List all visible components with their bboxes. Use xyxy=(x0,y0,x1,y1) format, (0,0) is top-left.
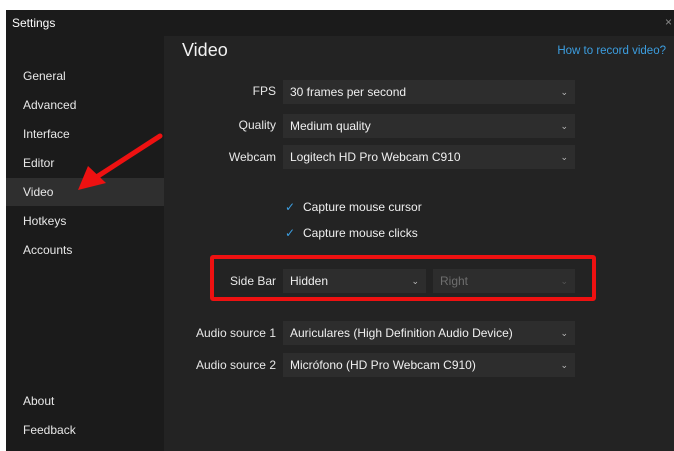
title-bar[interactable]: Settings × xyxy=(6,10,674,36)
checkmark-icon: ✓ xyxy=(285,200,296,214)
sidebar-item-accounts[interactable]: Accounts xyxy=(6,236,164,264)
sidebar-item-label: Advanced xyxy=(23,98,77,112)
audio-source-1-label: Audio source 1 xyxy=(195,326,276,340)
webcam-value: Logitech HD Pro Webcam C910 xyxy=(290,150,461,164)
chevron-down-icon: ⌄ xyxy=(560,276,568,286)
sidebar-item-label: Accounts xyxy=(23,243,73,257)
capture-cursor-label: Capture mouse cursor xyxy=(303,200,422,214)
sidebar-item-label: Hotkeys xyxy=(23,214,67,228)
chevron-down-icon: ⌄ xyxy=(560,360,568,370)
sidebar-item-label: Video xyxy=(23,185,54,199)
sidebar-item-feedback[interactable]: Feedback xyxy=(6,416,164,444)
capture-clicks-label: Capture mouse clicks xyxy=(303,226,418,240)
fps-label: FPS xyxy=(252,84,276,98)
fps-value: 30 frames per second xyxy=(290,85,407,99)
chevron-down-icon: ⌄ xyxy=(411,276,419,286)
sidebar-item-editor[interactable]: Editor xyxy=(6,149,164,177)
quality-value: Medium quality xyxy=(290,119,371,133)
chevron-down-icon: ⌄ xyxy=(560,87,568,97)
audio-source-2-label: Audio source 2 xyxy=(195,358,276,372)
audio-source-1-value: Auriculares (High Definition Audio Devic… xyxy=(290,326,513,340)
sidebar-item-interface[interactable]: Interface xyxy=(6,120,164,148)
chevron-down-icon: ⌄ xyxy=(560,121,568,131)
capture-clicks-checkbox[interactable]: ✓ Capture mouse clicks xyxy=(285,226,418,240)
sidebar-item-general[interactable]: General xyxy=(6,62,164,90)
side-bar-label: Side Bar xyxy=(229,274,276,288)
sidebar-item-about[interactable]: About xyxy=(6,387,164,415)
video-settings-panel: Video How to record video? FPS 30 frames… xyxy=(164,36,674,451)
sidebar-item-label: About xyxy=(23,394,55,408)
audio-source-1-select[interactable]: Auriculares (High Definition Audio Devic… xyxy=(283,321,575,345)
page-title: Video xyxy=(182,40,228,60)
side-bar-position-value: Right xyxy=(440,274,469,288)
window-title: Settings xyxy=(12,16,56,30)
checkmark-icon: ✓ xyxy=(285,226,296,240)
settings-window: Settings × General Advanced Interface Ed… xyxy=(6,10,674,451)
sidebar-item-label: Editor xyxy=(23,156,55,170)
audio-source-2-select[interactable]: Micrófono (HD Pro Webcam C910) ⌄ xyxy=(283,353,575,377)
sidebar-item-label: Feedback xyxy=(23,423,76,437)
sidebar-item-video[interactable]: Video xyxy=(6,178,164,206)
side-bar-value: Hidden xyxy=(290,274,329,288)
chevron-down-icon: ⌄ xyxy=(560,152,568,162)
side-bar-select[interactable]: Hidden ⌄ xyxy=(283,269,426,293)
webcam-label: Webcam xyxy=(228,150,276,164)
webcam-select[interactable]: Logitech HD Pro Webcam C910 ⌄ xyxy=(283,145,575,169)
sidebar-item-label: Interface xyxy=(23,127,70,141)
capture-cursor-checkbox[interactable]: ✓ Capture mouse cursor xyxy=(285,200,422,214)
quality-select[interactable]: Medium quality ⌄ xyxy=(283,114,575,138)
sidebar-item-advanced[interactable]: Advanced xyxy=(6,91,164,119)
sidebar: General Advanced Interface Editor Video … xyxy=(6,36,164,451)
close-icon[interactable]: × xyxy=(665,15,672,29)
side-bar-position-select: Right ⌄ xyxy=(433,269,575,293)
audio-source-2-value: Micrófono (HD Pro Webcam C910) xyxy=(290,358,476,372)
chevron-down-icon: ⌄ xyxy=(560,328,568,338)
sidebar-item-hotkeys[interactable]: Hotkeys xyxy=(6,207,164,235)
sidebar-item-label: General xyxy=(23,69,66,83)
fps-select[interactable]: 30 frames per second ⌄ xyxy=(283,80,575,104)
quality-label: Quality xyxy=(238,118,276,132)
how-to-record-link[interactable]: How to record video? xyxy=(557,45,666,57)
